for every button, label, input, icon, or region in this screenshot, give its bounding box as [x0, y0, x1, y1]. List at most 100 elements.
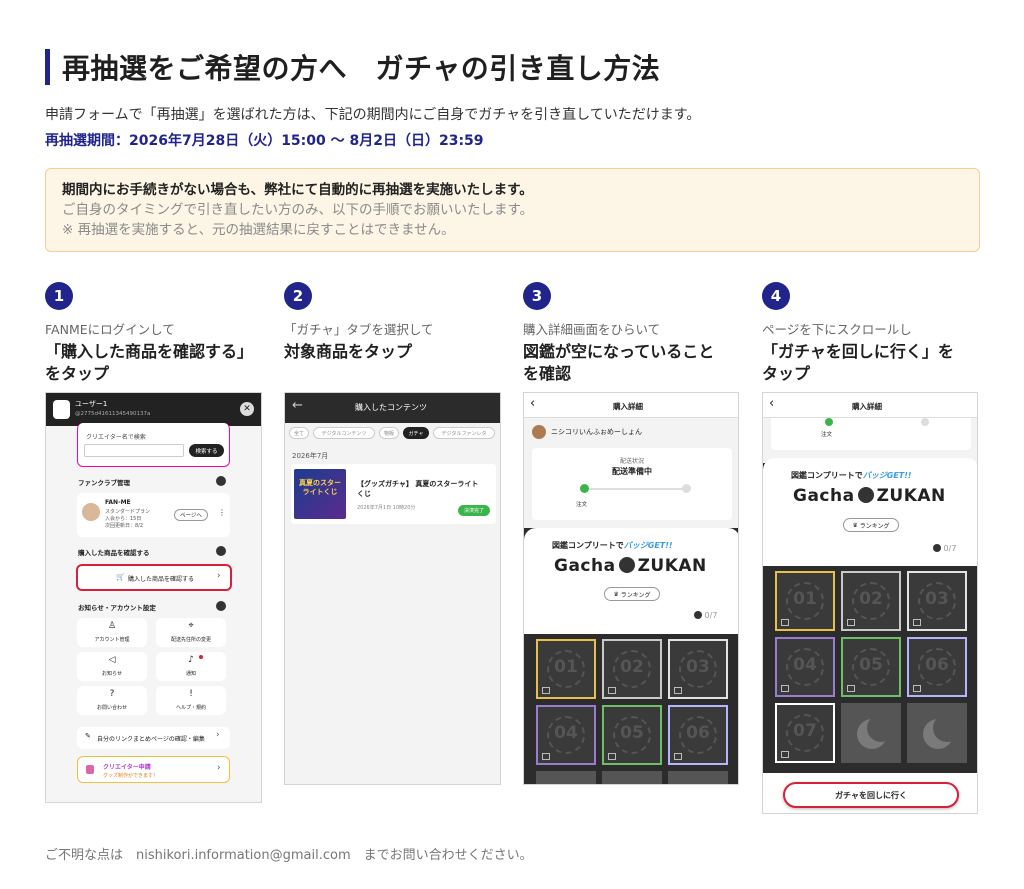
question-icon: ?: [109, 689, 115, 699]
fanclub-card[interactable]: FAN-ME スタンダードプラン 入会から：15日 次回更新日：8/2 ページへ…: [77, 493, 230, 537]
settings-tile-label: 通知: [185, 671, 196, 677]
tile-number: 02: [859, 589, 883, 609]
month-label: 2026年7月: [292, 452, 329, 460]
shipping-area: 注文: [763, 418, 977, 463]
shipping-label: 配送状況: [619, 458, 644, 465]
close-icon[interactable]: ✕: [240, 402, 254, 416]
ranking-button[interactable]: ♛ ランキング: [604, 587, 660, 601]
zukan-tile[interactable]: 02: [602, 639, 662, 699]
settings-tile-2[interactable]: ◁ お知らせ: [77, 652, 147, 681]
header-title: 購入詳細: [852, 402, 882, 411]
link-page-button[interactable]: ✎ 自分のリンクまとめページの確認・編集 ›: [77, 727, 230, 749]
tile-number: 05: [620, 723, 644, 743]
purchased-item[interactable]: 真夏のスターライトくじ 【グッズガチャ】 真夏のスターライト くじ 2026年7…: [291, 464, 496, 524]
settings-header: お知らせ・アカウント設定: [78, 604, 156, 612]
settings-tile-label: ヘルプ・規約: [175, 705, 206, 711]
step-subtitle: FANMEにログインして: [45, 322, 175, 337]
image-icon: [847, 619, 855, 626]
settings-tile-0[interactable]: ♙ アカウント管理: [77, 618, 147, 647]
tab-1[interactable]: デジタルコンテンツ: [313, 427, 375, 439]
complete-pre: 図鑑コンプリートで: [791, 471, 863, 480]
zukan-tile[interactable]: 05: [841, 637, 901, 697]
zukan-tile[interactable]: 02: [841, 571, 901, 631]
image-icon: [608, 687, 616, 694]
zukan-tile[interactable]: 06: [907, 637, 967, 697]
search-button[interactable]: 検索する: [189, 444, 224, 457]
spin-gacha-button[interactable]: ガチャを回しに行く: [783, 782, 959, 808]
fanclub-header: ファンクラブ管理: [78, 479, 130, 487]
zukan-tile[interactable]: 05: [602, 705, 662, 765]
zukan-tile[interactable]: 07: [775, 703, 835, 763]
search-input[interactable]: [84, 444, 184, 457]
page-button[interactable]: ページへ: [174, 509, 208, 521]
chevron-down-icon[interactable]: [216, 476, 226, 486]
chevron-right-icon: ›: [217, 571, 221, 581]
cart-icon: 🛒: [116, 573, 125, 581]
progress-dot-active: [580, 484, 589, 493]
image-icon: [913, 685, 921, 692]
step-3: 3 購入詳細画面をひらいて 図鑑が空になっていること を確認: [523, 282, 748, 385]
zukan-tile[interactable]: 03: [907, 571, 967, 631]
location-icon: ⌖: [188, 621, 194, 631]
chevron-down-icon[interactable]: [216, 601, 226, 611]
image-icon: [781, 685, 789, 692]
tab-2[interactable]: 物販: [379, 427, 399, 439]
step-number: 2: [284, 282, 312, 310]
crown-icon: ♛: [613, 590, 621, 598]
tile-number: 02: [620, 657, 644, 677]
logo-emblem-icon: [618, 557, 635, 573]
chevron-down-icon[interactable]: [216, 546, 226, 556]
step-number: 3: [523, 282, 551, 310]
settings-tile-1[interactable]: ⌖ 配送先住所の変更: [156, 618, 226, 647]
tab-3[interactable]: ガチャ: [403, 427, 429, 439]
ranking-label: ランキング: [859, 522, 890, 530]
step-title-line-2: をタップ: [45, 364, 110, 383]
zukan-tile[interactable]: 06: [668, 705, 728, 765]
tile-number: 03: [686, 657, 710, 677]
more-icon[interactable]: ⋮: [218, 508, 226, 517]
back-chevron-icon[interactable]: ‹: [769, 396, 774, 411]
purchased-button[interactable]: 🛒 購入した商品を確認する ›: [76, 564, 232, 591]
settings-tile-5[interactable]: ! ヘルプ・規約: [156, 686, 226, 715]
shipping-card: 注文: [771, 418, 971, 450]
step-title-line-1: 「ガチャを回しに行く」を: [762, 342, 954, 361]
settings-tile-4[interactable]: ? お問い合わせ: [77, 686, 147, 715]
zukan-tile[interactable]: 04: [775, 637, 835, 697]
item-date: 2026年7月1日 10時20分: [357, 505, 416, 511]
back-chevron-icon[interactable]: ‹: [530, 396, 535, 411]
progress-track: [584, 488, 684, 490]
cta-area: ガチャを回しに行く: [763, 773, 977, 813]
locked-tile: [841, 703, 901, 763]
ranking-button[interactable]: ♛ ランキング: [843, 518, 899, 532]
progress-dot: [682, 484, 691, 493]
step-subtitle: ページを下にスクロールし: [762, 322, 912, 337]
count-total: /7: [709, 611, 718, 620]
order-label: 注文: [576, 502, 588, 508]
zukan-tile[interactable]: 03: [668, 639, 728, 699]
moon-icon: [933, 544, 941, 552]
back-arrow-icon[interactable]: ←: [292, 398, 303, 413]
complete-badge: バッジGET!!: [623, 541, 673, 550]
step-number: 1: [45, 282, 73, 310]
gacha-zukan-logo: Gacha ZUKAN: [793, 486, 946, 506]
logo-left: Gacha: [793, 486, 855, 506]
user-name: ユーザー1: [75, 400, 108, 408]
link-page-label: 自分のリンクまとめページの確認・編集: [97, 736, 205, 743]
progress-dot: [921, 418, 929, 426]
logo-emblem-icon: [857, 487, 874, 503]
zukan-tile[interactable]: 04: [536, 705, 596, 765]
zukan-tile[interactable]: 01: [536, 639, 596, 699]
step-title-line-2: を確認: [523, 364, 572, 383]
tab-4[interactable]: デジタルファンレタ: [433, 427, 495, 439]
tab-0[interactable]: 全て: [289, 427, 309, 439]
zukan-tile[interactable]: 01: [775, 571, 835, 631]
logo-right: ZUKAN: [876, 486, 946, 506]
settings-tile-3[interactable]: ♪ 通知: [156, 652, 226, 681]
page-heading: 再抽選をご希望の方へ ガチャの引き直し方法: [45, 46, 660, 88]
complete-text: 図鑑コンプリートでバッジGET!!: [552, 540, 673, 551]
image-icon: [847, 685, 855, 692]
creator-apply-button[interactable]: クリエイター申請 グッズ制作ができます！ ›: [77, 756, 230, 783]
thumbnail-text: 真夏のスターライトくじ: [299, 479, 341, 496]
tab-bar: 全て デジタルコンテンツ 物販 ガチャ デジタルファンレタ: [289, 427, 500, 441]
step-title-line-1: 「購入した商品を確認する」: [45, 342, 254, 361]
